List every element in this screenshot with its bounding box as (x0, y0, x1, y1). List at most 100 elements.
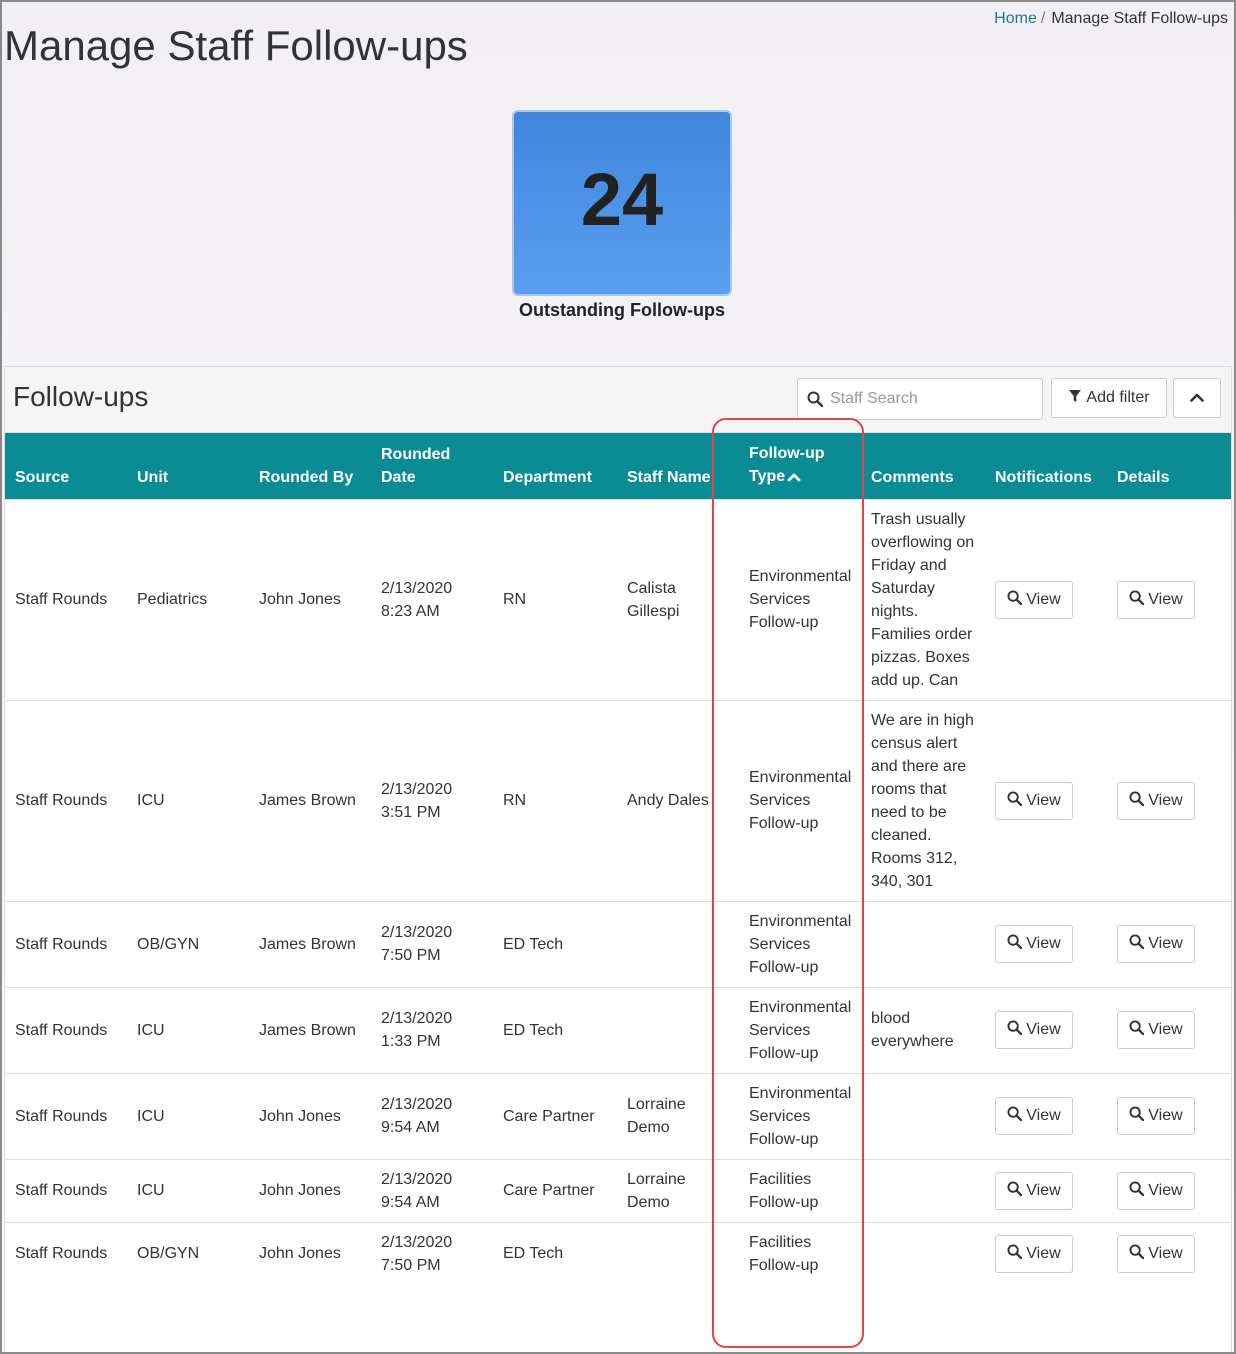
page-title: Manage Staff Follow-ups (4, 22, 468, 69)
view-label: View (1026, 1244, 1061, 1262)
cell-staff-name: Calista Gillespi (617, 498, 739, 700)
notifications-view-button[interactable]: View (995, 925, 1073, 963)
cell-rounded-by: James Brown (249, 900, 371, 987)
cell-date: 2/13/2020 (381, 579, 453, 597)
app-frame: Home / Manage Staff Follow-ups Manage Staf… (0, 0, 1236, 1354)
table-row[interactable]: Staff Rounds ICU John Jones 2/13/2020 9:5… (5, 1158, 1231, 1222)
table-row[interactable]: Staff Rounds Pediatrics John Jones 2/13/… (5, 498, 1231, 700)
view-label: View (1148, 1181, 1183, 1199)
notifications-view-button[interactable]: View (995, 781, 1073, 820)
cell-department: RN (493, 699, 617, 901)
details-view-button[interactable]: View (1117, 1011, 1195, 1049)
notifications-view-button[interactable]: View (995, 1234, 1073, 1273)
table-row[interactable]: Staff Rounds ICU John Jones 2/13/2020 9:5… (5, 1072, 1231, 1159)
cell-date: 2/13/2020 (381, 924, 453, 941)
cell-staff-name (617, 986, 739, 1073)
view-label: View (1148, 1021, 1183, 1038)
cell-notifications: View (985, 1158, 1107, 1222)
table-header: Source Unit Rounded By Rounded Date Depa… (5, 433, 1231, 499)
search-icon (1007, 589, 1023, 610)
column-header-notifications[interactable]: Notifications (985, 433, 1107, 499)
cell-staff-name: Andy Dales (617, 699, 739, 901)
collapse-panel-button[interactable] (1173, 378, 1221, 418)
view-label: View (1026, 1107, 1061, 1124)
cell-details: View (1107, 1158, 1231, 1222)
cell-comments: We are in high census alert and there ar… (861, 699, 985, 901)
breadcrumb-separator: / (1040, 10, 1046, 27)
search-icon (1129, 790, 1145, 811)
column-header-rounded-by[interactable]: Rounded By (249, 433, 371, 499)
search-icon (1007, 1243, 1023, 1264)
notifications-view-button[interactable]: View (995, 1097, 1073, 1135)
cell-time: 7:50 PM (381, 947, 441, 964)
table-row[interactable]: Staff Rounds OB/GYN John Jones 2/13/2020… (5, 1221, 1231, 1285)
view-label: View (1026, 1181, 1061, 1199)
column-header-comments[interactable]: Comments (861, 433, 985, 499)
cell-notifications: View (985, 699, 1107, 901)
outstanding-followups-tile[interactable]: 24 (512, 110, 732, 296)
cell-source: Staff Rounds (5, 1221, 127, 1285)
cell-staff-name: Lorraine Demo (617, 1158, 739, 1222)
add-filter-button[interactable]: Add filter (1051, 378, 1167, 418)
cell-time: 7:50 PM (381, 1256, 441, 1274)
details-view-button[interactable]: View (1117, 1234, 1195, 1273)
sort-ascending-icon (787, 466, 801, 489)
column-header-staff-name[interactable]: Staff Name (617, 433, 739, 499)
search-icon (1129, 1243, 1145, 1264)
table-row[interactable]: Staff Rounds ICU James Brown 2/13/2020 3:… (5, 699, 1231, 901)
column-header-source[interactable]: Source (5, 433, 127, 499)
cell-followup-type: Environmental Services Follow-up (739, 699, 861, 901)
details-view-button[interactable]: View (1117, 580, 1195, 619)
column-header-department[interactable]: Department (493, 433, 617, 499)
outstanding-followups-count: 24 (580, 157, 664, 241)
details-view-button[interactable]: View (1117, 781, 1195, 820)
cell-date: 2/13/2020 (381, 1170, 453, 1188)
column-header-followup-type[interactable]: Follow-up Type (739, 433, 861, 499)
cell-source: Staff Rounds (5, 498, 127, 700)
cell-rounded-by: John Jones (249, 1158, 371, 1222)
cell-rounded-by: John Jones (249, 1072, 371, 1159)
column-header-unit[interactable]: Unit (127, 433, 249, 499)
details-view-button[interactable]: View (1117, 925, 1195, 963)
cell-source: Staff Rounds (5, 1158, 127, 1222)
cell-followup-type: Facilities Follow-up (739, 1221, 861, 1285)
breadcrumb-current: Manage Staff Follow-ups (1051, 10, 1228, 27)
notifications-view-button[interactable]: View (995, 1011, 1073, 1049)
cell-comments (861, 900, 985, 987)
table-row[interactable]: Staff Rounds OB/GYN James Brown 2/13/202… (5, 900, 1231, 987)
cell-rounded-date: 2/13/2020 7:50 PM (371, 900, 493, 987)
staff-search-input[interactable] (828, 389, 1028, 409)
view-label: View (1026, 935, 1061, 952)
cell-date: 2/13/2020 (381, 780, 453, 798)
details-view-button[interactable]: View (1117, 1097, 1195, 1135)
cell-rounded-by: James Brown (249, 986, 371, 1073)
view-label: View (1026, 1021, 1061, 1038)
cell-rounded-date: 2/13/2020 9:54 AM (371, 1158, 493, 1222)
cell-staff-name (617, 1221, 739, 1285)
cell-rounded-date: 2/13/2020 9:54 AM (371, 1072, 493, 1159)
table-row[interactable]: Staff Rounds ICU James Brown 2/13/2020 1:… (5, 986, 1231, 1073)
cell-rounded-date: 2/13/2020 7:50 PM (371, 1221, 493, 1285)
staff-search-box[interactable] (797, 378, 1043, 420)
notifications-view-button[interactable]: View (995, 1171, 1073, 1210)
cell-department: Care Partner (493, 1158, 617, 1222)
cell-rounded-by: James Brown (249, 699, 371, 901)
cell-unit: ICU (127, 986, 249, 1073)
search-icon (798, 391, 828, 407)
cell-date: 2/13/2020 (381, 1233, 453, 1251)
breadcrumb-home-link[interactable]: Home (994, 10, 1037, 27)
cell-rounded-date: 2/13/2020 1:33 PM (371, 986, 493, 1073)
header-row: Source Unit Rounded By Rounded Date Depa… (5, 433, 1231, 499)
cell-comments: Trash usually overflowing on Friday and … (861, 498, 985, 700)
filter-icon (1068, 389, 1082, 408)
column-header-details[interactable]: Details (1107, 433, 1231, 499)
column-header-rounded-date[interactable]: Rounded Date (371, 433, 493, 499)
panel-title: Follow-ups (13, 381, 149, 412)
view-label: View (1026, 590, 1061, 608)
cell-source: Staff Rounds (5, 986, 127, 1073)
search-icon (1007, 1106, 1023, 1126)
details-view-button[interactable]: View (1117, 1171, 1195, 1210)
cell-unit: OB/GYN (127, 900, 249, 987)
notifications-view-button[interactable]: View (995, 580, 1073, 619)
cell-department: Care Partner (493, 1072, 617, 1159)
